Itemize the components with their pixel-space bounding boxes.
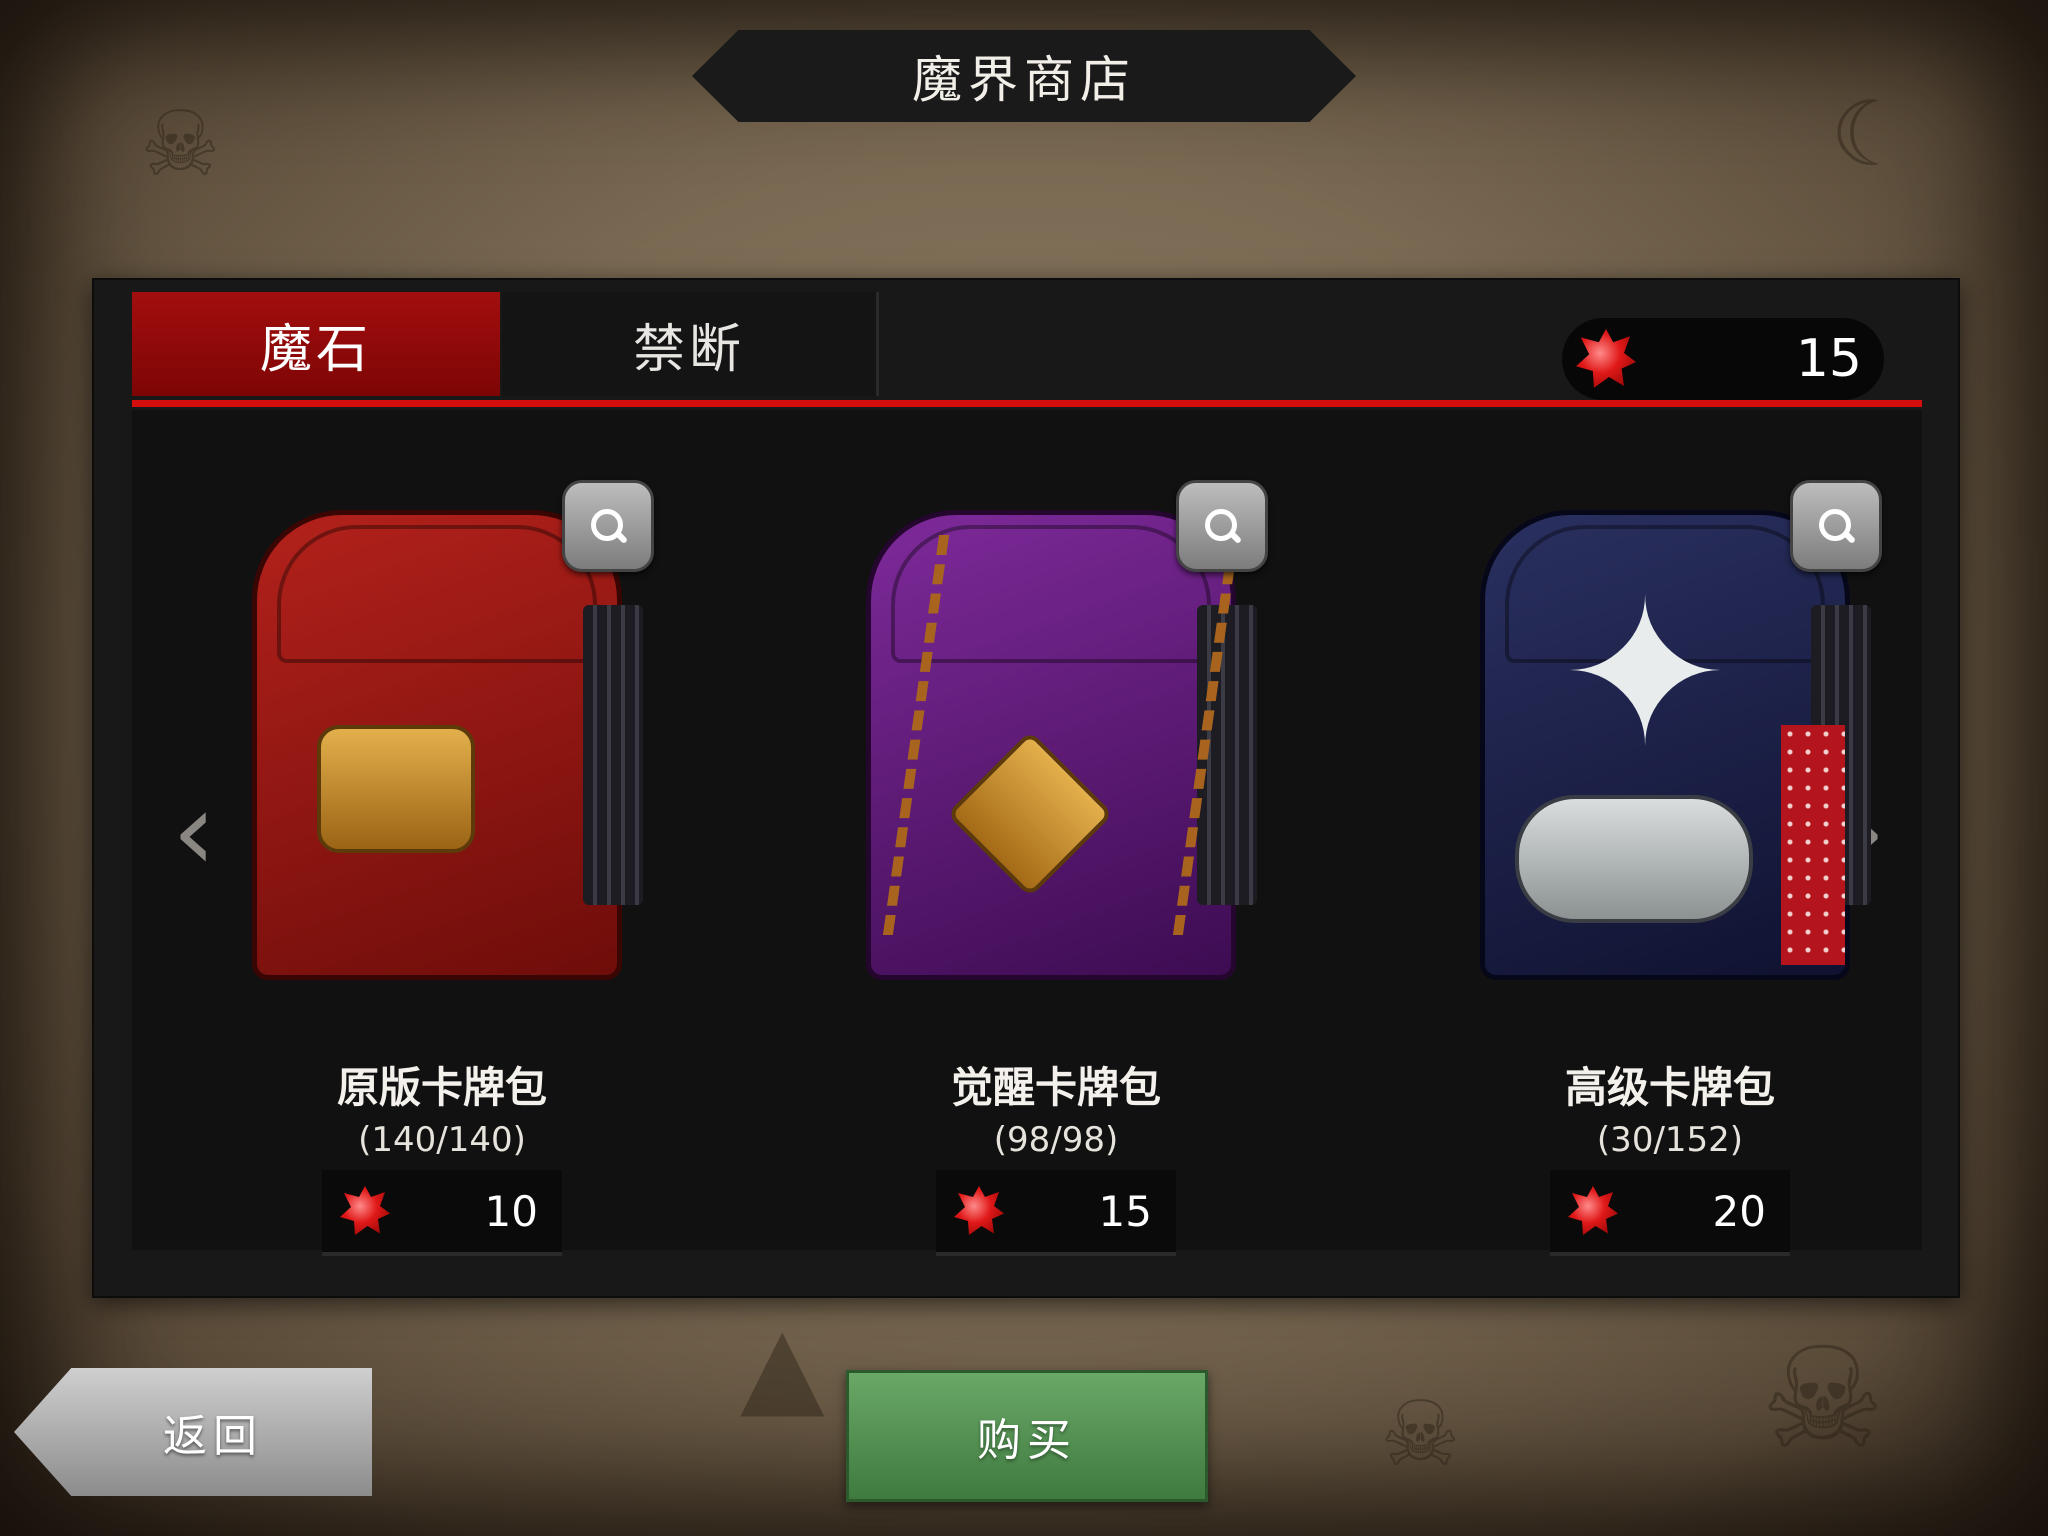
pack-name: 觉醒卡牌包 <box>950 1063 1161 1112</box>
spiral-doodle-icon: ☾ <box>1830 82 1911 187</box>
pack-card-awakened[interactable]: 觉醒卡牌包 (98/98) 15 <box>856 480 1276 1256</box>
price-value: 20 <box>1712 1186 1766 1236</box>
pack-card-premium[interactable]: ✦ 高级卡牌包 (30/152) 20 <box>1470 480 1890 1256</box>
tab-magic-stone[interactable]: 魔石 <box>132 292 500 396</box>
pack-count: (30/152) <box>1596 1120 1744 1160</box>
price-value: 10 <box>484 1186 538 1236</box>
currency-amount: 15 <box>1795 329 1862 389</box>
tab-bar: 魔石 禁断 15 <box>132 292 1922 402</box>
magnifier-icon <box>1203 507 1241 545</box>
pack-carousel: ‹ › 原版卡牌包 (140/140) 10 <box>132 410 1922 1256</box>
skull-large-doodle-icon: ☠ <box>1760 1318 1886 1481</box>
tree-doodle-icon: ▲ <box>740 1301 825 1429</box>
price-tag: 15 <box>936 1170 1176 1256</box>
price-tag: 20 <box>1550 1170 1790 1256</box>
butterfly-ornament-icon: ✦ <box>1561 558 1729 791</box>
page-title: 魔界商店 <box>912 51 1136 109</box>
tab-forbidden[interactable]: 禁断 <box>502 292 879 396</box>
price-tag: 10 <box>322 1170 562 1256</box>
pack-count: (140/140) <box>358 1120 526 1160</box>
navy-chest-icon: ✦ <box>1480 510 1871 980</box>
red-gem-icon <box>340 1186 390 1236</box>
tab-label: 魔石 <box>259 319 372 380</box>
chain-icon <box>882 535 1240 935</box>
pack-name: 高级卡牌包 <box>1564 1063 1775 1112</box>
gold-lock-icon <box>317 725 475 853</box>
tab-label: 禁断 <box>632 319 745 380</box>
zoom-button[interactable] <box>562 480 654 572</box>
pack-count: (98/98) <box>993 1120 1119 1160</box>
chevron-left-icon[interactable]: ‹ <box>164 776 224 886</box>
zoom-button[interactable] <box>1790 480 1882 572</box>
magnifier-icon <box>589 507 627 545</box>
back-label: 返回 <box>163 1411 263 1462</box>
cards-stack <box>583 605 643 905</box>
skull-doodle-icon: ☠ <box>140 92 221 197</box>
red-gem-icon <box>1576 329 1636 389</box>
buy-label: 购买 <box>977 1415 1077 1466</box>
pack-name: 原版卡牌包 <box>336 1063 547 1112</box>
skull-doodle-icon: ☠ <box>1380 1382 1461 1487</box>
magnifier-icon <box>1817 507 1855 545</box>
floral-pattern-panel <box>1781 725 1845 965</box>
price-value: 15 <box>1098 1186 1152 1236</box>
currency-balance: 15 <box>1562 318 1884 400</box>
pack-card-original[interactable]: 原版卡牌包 (140/140) 10 <box>242 480 662 1256</box>
title-banner: 魔界商店 <box>692 30 1356 122</box>
red-gem-icon <box>954 1186 1004 1236</box>
purple-chest-icon <box>866 510 1257 980</box>
red-gem-icon <box>1568 1186 1618 1236</box>
back-button[interactable]: 返回 <box>14 1368 372 1496</box>
shop-panel: 魔石 禁断 15 ‹ › 原版卡牌包 (140/140) <box>92 278 1960 1298</box>
fish-lock-icon <box>1515 795 1753 923</box>
zoom-button[interactable] <box>1176 480 1268 572</box>
red-chest-icon <box>252 510 643 980</box>
tab-underline <box>132 400 1922 407</box>
buy-button[interactable]: 购买 <box>846 1370 1208 1502</box>
chest-lid <box>277 525 597 663</box>
